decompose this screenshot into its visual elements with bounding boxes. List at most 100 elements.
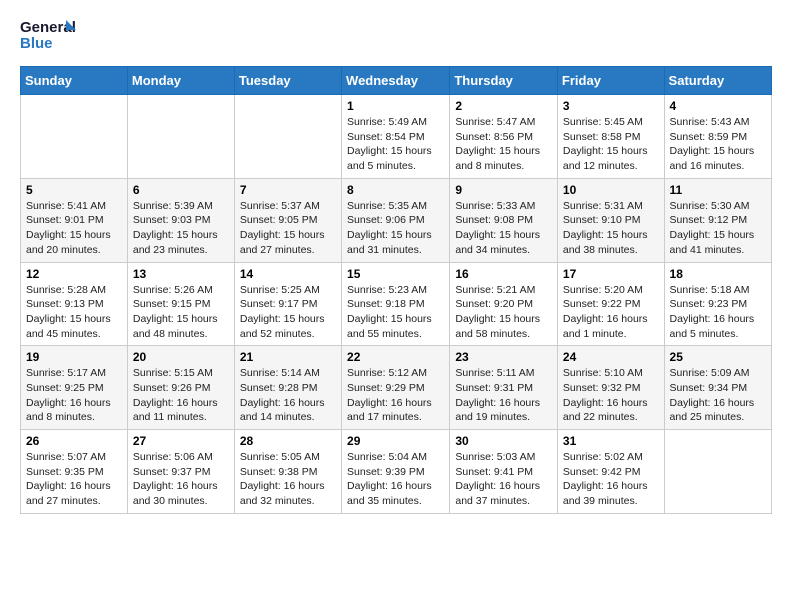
calendar-cell: 23 Sunrise: 5:11 AM Sunset: 9:31 PM Dayli… xyxy=(450,346,558,430)
svg-text:Blue: Blue xyxy=(20,35,53,52)
day-info: Sunrise: 5:17 AM Sunset: 9:25 PM Dayligh… xyxy=(26,366,122,425)
day-info: Sunrise: 5:30 AM Sunset: 9:12 PM Dayligh… xyxy=(670,199,766,258)
day-number: 4 xyxy=(670,99,766,113)
calendar-cell: 10 Sunrise: 5:31 AM Sunset: 9:10 PM Dayli… xyxy=(557,178,664,262)
day-number: 21 xyxy=(240,350,336,364)
day-number: 28 xyxy=(240,434,336,448)
col-header-wednesday: Wednesday xyxy=(342,67,450,95)
calendar-week-row: 12 Sunrise: 5:28 AM Sunset: 9:13 PM Dayli… xyxy=(21,262,772,346)
calendar-cell xyxy=(21,95,128,179)
day-info: Sunrise: 5:09 AM Sunset: 9:34 PM Dayligh… xyxy=(670,366,766,425)
day-info: Sunrise: 5:10 AM Sunset: 9:32 PM Dayligh… xyxy=(563,366,659,425)
day-number: 20 xyxy=(133,350,229,364)
day-info: Sunrise: 5:11 AM Sunset: 9:31 PM Dayligh… xyxy=(455,366,552,425)
day-number: 17 xyxy=(563,267,659,281)
col-header-monday: Monday xyxy=(127,67,234,95)
day-info: Sunrise: 5:03 AM Sunset: 9:41 PM Dayligh… xyxy=(455,450,552,509)
calendar-cell: 27Sunrise: 5:06 AM Sunset: 9:37 PM Dayli… xyxy=(127,430,234,514)
day-info: Sunrise: 5:18 AM Sunset: 9:23 PM Dayligh… xyxy=(670,283,766,342)
calendar-cell: 6Sunrise: 5:39 AM Sunset: 9:03 PM Daylig… xyxy=(127,178,234,262)
day-number: 30 xyxy=(455,434,552,448)
calendar-cell: 24 Sunrise: 5:10 AM Sunset: 9:32 PM Dayli… xyxy=(557,346,664,430)
day-number: 23 xyxy=(455,350,552,364)
day-number: 22 xyxy=(347,350,444,364)
day-number: 19 xyxy=(26,350,122,364)
day-number: 25 xyxy=(670,350,766,364)
day-info: Sunrise: 5:43 AM Sunset: 8:59 PM Dayligh… xyxy=(670,115,766,174)
col-header-thursday: Thursday xyxy=(450,67,558,95)
day-info: Sunrise: 5:31 AM Sunset: 9:10 PM Dayligh… xyxy=(563,199,659,258)
day-number: 14 xyxy=(240,267,336,281)
calendar-cell: 20 Sunrise: 5:15 AM Sunset: 9:26 PM Dayli… xyxy=(127,346,234,430)
day-info: Sunrise: 5:04 AM Sunset: 9:39 PM Dayligh… xyxy=(347,450,444,509)
calendar-cell: 13Sunrise: 5:26 AM Sunset: 9:15 PM Dayli… xyxy=(127,262,234,346)
day-info: Sunrise: 5:20 AM Sunset: 9:22 PM Dayligh… xyxy=(563,283,659,342)
col-header-tuesday: Tuesday xyxy=(234,67,341,95)
calendar-cell: 25 Sunrise: 5:09 AM Sunset: 9:34 PM Dayli… xyxy=(664,346,771,430)
calendar-cell: 5 Sunrise: 5:41 AM Sunset: 9:01 PM Daylig… xyxy=(21,178,128,262)
day-info: Sunrise: 5:12 AM Sunset: 9:29 PM Dayligh… xyxy=(347,366,444,425)
day-number: 1 xyxy=(347,99,444,113)
day-number: 16 xyxy=(455,267,552,281)
day-info: Sunrise: 5:35 AM Sunset: 9:06 PM Dayligh… xyxy=(347,199,444,258)
day-number: 3 xyxy=(563,99,659,113)
calendar-cell: 4 Sunrise: 5:43 AM Sunset: 8:59 PM Daylig… xyxy=(664,95,771,179)
calendar-cell: 3 Sunrise: 5:45 AM Sunset: 8:58 PM Daylig… xyxy=(557,95,664,179)
day-info: Sunrise: 5:07 AM Sunset: 9:35 PM Dayligh… xyxy=(26,450,122,509)
day-info: Sunrise: 5:28 AM Sunset: 9:13 PM Dayligh… xyxy=(26,283,122,342)
logo: GeneralBlue xyxy=(20,16,80,56)
day-info: Sunrise: 5:06 AM Sunset: 9:37 PM Dayligh… xyxy=(133,450,229,509)
calendar-cell xyxy=(664,430,771,514)
calendar-cell: 22 Sunrise: 5:12 AM Sunset: 9:29 PM Dayli… xyxy=(342,346,450,430)
day-number: 5 xyxy=(26,183,122,197)
day-number: 26 xyxy=(26,434,122,448)
day-number: 9 xyxy=(455,183,552,197)
logo-svg: GeneralBlue xyxy=(20,16,80,56)
day-number: 31 xyxy=(563,434,659,448)
col-header-sunday: Sunday xyxy=(21,67,128,95)
day-number: 8 xyxy=(347,183,444,197)
day-info: Sunrise: 5:45 AM Sunset: 8:58 PM Dayligh… xyxy=(563,115,659,174)
day-info: Sunrise: 5:21 AM Sunset: 9:20 PM Dayligh… xyxy=(455,283,552,342)
day-number: 11 xyxy=(670,183,766,197)
day-info: Sunrise: 5:47 AM Sunset: 8:56 PM Dayligh… xyxy=(455,115,552,174)
day-number: 10 xyxy=(563,183,659,197)
calendar-cell: 1Sunrise: 5:49 AM Sunset: 8:54 PM Daylig… xyxy=(342,95,450,179)
calendar-week-row: 26 Sunrise: 5:07 AM Sunset: 9:35 PM Dayli… xyxy=(21,430,772,514)
calendar-cell xyxy=(234,95,341,179)
day-number: 7 xyxy=(240,183,336,197)
day-info: Sunrise: 5:26 AM Sunset: 9:15 PM Dayligh… xyxy=(133,283,229,342)
col-header-friday: Friday xyxy=(557,67,664,95)
calendar-cell: 16 Sunrise: 5:21 AM Sunset: 9:20 PM Dayli… xyxy=(450,262,558,346)
day-info: Sunrise: 5:14 AM Sunset: 9:28 PM Dayligh… xyxy=(240,366,336,425)
day-info: Sunrise: 5:41 AM Sunset: 9:01 PM Dayligh… xyxy=(26,199,122,258)
day-number: 12 xyxy=(26,267,122,281)
calendar-cell xyxy=(127,95,234,179)
day-info: Sunrise: 5:15 AM Sunset: 9:26 PM Dayligh… xyxy=(133,366,229,425)
calendar-cell: 12 Sunrise: 5:28 AM Sunset: 9:13 PM Dayli… xyxy=(21,262,128,346)
calendar-cell: 26 Sunrise: 5:07 AM Sunset: 9:35 PM Dayli… xyxy=(21,430,128,514)
calendar-cell: 14Sunrise: 5:25 AM Sunset: 9:17 PM Dayli… xyxy=(234,262,341,346)
calendar-cell: 8 Sunrise: 5:35 AM Sunset: 9:06 PM Daylig… xyxy=(342,178,450,262)
col-header-saturday: Saturday xyxy=(664,67,771,95)
calendar-cell: 11 Sunrise: 5:30 AM Sunset: 9:12 PM Dayli… xyxy=(664,178,771,262)
day-info: Sunrise: 5:33 AM Sunset: 9:08 PM Dayligh… xyxy=(455,199,552,258)
day-number: 24 xyxy=(563,350,659,364)
day-info: Sunrise: 5:23 AM Sunset: 9:18 PM Dayligh… xyxy=(347,283,444,342)
day-info: Sunrise: 5:39 AM Sunset: 9:03 PM Dayligh… xyxy=(133,199,229,258)
calendar-table: SundayMondayTuesdayWednesdayThursdayFrid… xyxy=(20,66,772,514)
calendar-cell: 21 Sunrise: 5:14 AM Sunset: 9:28 PM Dayli… xyxy=(234,346,341,430)
calendar-week-row: 5 Sunrise: 5:41 AM Sunset: 9:01 PM Daylig… xyxy=(21,178,772,262)
day-info: Sunrise: 5:37 AM Sunset: 9:05 PM Dayligh… xyxy=(240,199,336,258)
calendar-cell: 18 Sunrise: 5:18 AM Sunset: 9:23 PM Dayli… xyxy=(664,262,771,346)
day-number: 15 xyxy=(347,267,444,281)
calendar-cell: 30 Sunrise: 5:03 AM Sunset: 9:41 PM Dayli… xyxy=(450,430,558,514)
day-number: 29 xyxy=(347,434,444,448)
calendar-header-row: SundayMondayTuesdayWednesdayThursdayFrid… xyxy=(21,67,772,95)
calendar-cell: 28Sunrise: 5:05 AM Sunset: 9:38 PM Dayli… xyxy=(234,430,341,514)
day-number: 2 xyxy=(455,99,552,113)
calendar-week-row: 19 Sunrise: 5:17 AM Sunset: 9:25 PM Dayli… xyxy=(21,346,772,430)
day-number: 18 xyxy=(670,267,766,281)
calendar-cell: 17 Sunrise: 5:20 AM Sunset: 9:22 PM Dayli… xyxy=(557,262,664,346)
calendar-cell: 31Sunrise: 5:02 AM Sunset: 9:42 PM Dayli… xyxy=(557,430,664,514)
